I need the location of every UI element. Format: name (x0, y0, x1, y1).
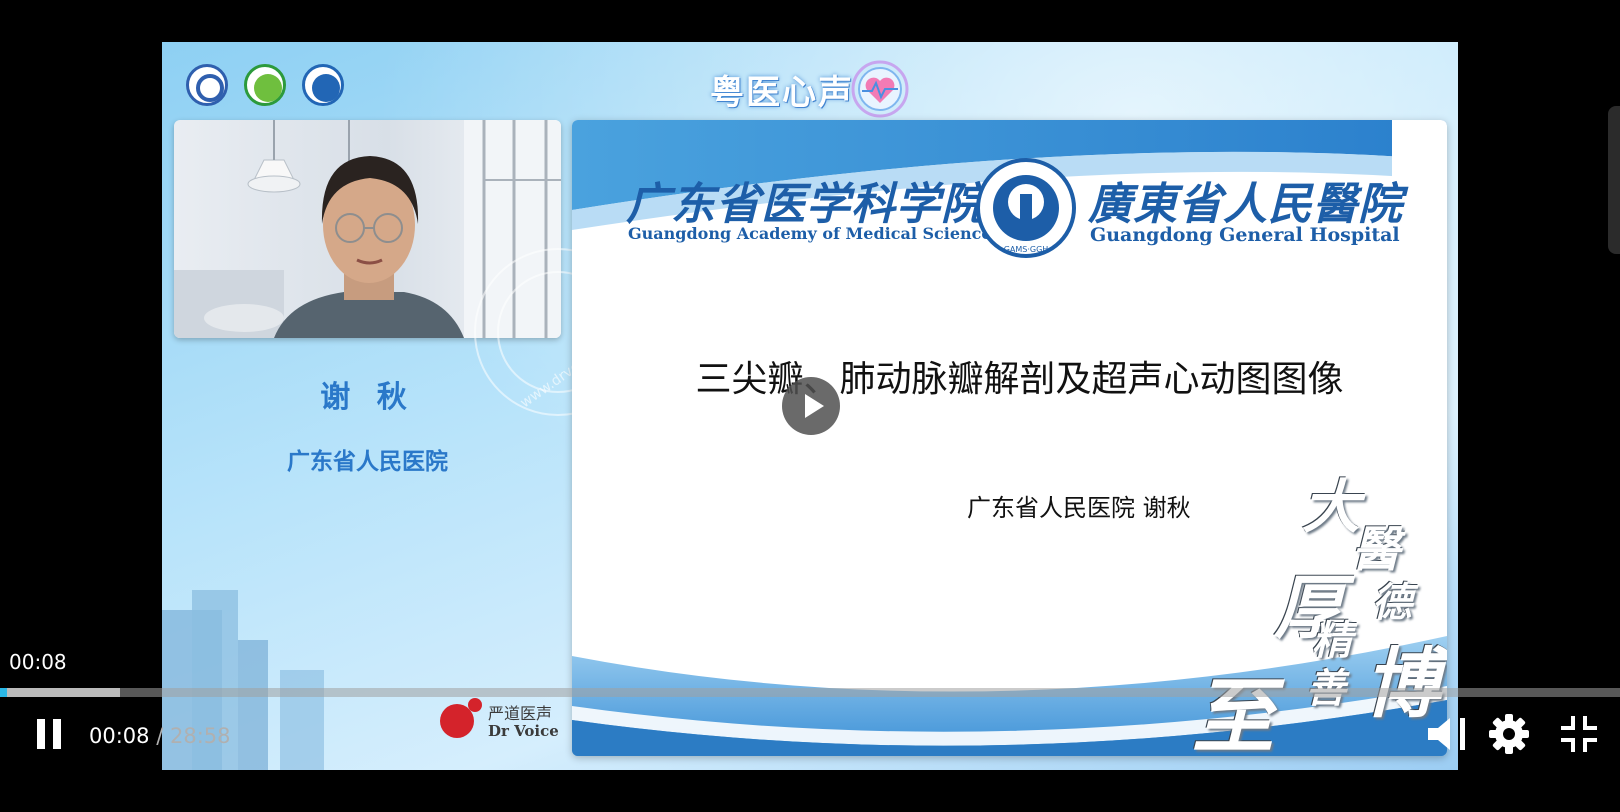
duration: 28:58 (169, 724, 231, 748)
hospital-emblem-icon: GAMS·GGH (976, 158, 1076, 258)
seek-bar-buffered (0, 688, 120, 697)
presentation-slide: 广东省医学科学院 Guangdong Academy of Medical Sc… (572, 120, 1447, 756)
brand-title: 粤医心声 (710, 60, 910, 118)
volume-button[interactable] (1426, 714, 1470, 758)
seek-bar-played (0, 688, 8, 697)
exit-fullscreen-icon (1561, 716, 1597, 752)
slide-presenter: 广东省人民医院 谢秋 (967, 494, 1191, 522)
seek-bar[interactable] (0, 688, 1620, 697)
brand-title-text: 粤医心声 (710, 72, 854, 113)
settings-gear-icon (1489, 714, 1529, 754)
header-hospital-cn: 廣東省人民醫院 (1088, 179, 1403, 230)
sponsor-logo-1-icon (186, 64, 228, 106)
header-academy-en: Guangdong Academy of Medical Sciences (628, 224, 1001, 243)
header-academy-cn: 广东省医学科学院 (626, 179, 986, 230)
play-icon (805, 394, 824, 418)
play-button[interactable] (782, 377, 840, 435)
sponsor-logo-2-icon (244, 64, 286, 106)
sponsor-logo-3-icon (302, 64, 344, 106)
pause-button[interactable] (32, 716, 66, 756)
heart-logo-icon (851, 60, 909, 118)
time-readout: 00:08 / 28:58 (89, 724, 231, 748)
pause-icon (37, 719, 61, 749)
current-time: 00:08 (89, 724, 150, 748)
side-panel-handle[interactable] (1608, 106, 1620, 254)
settings-button[interactable] (1488, 713, 1530, 759)
seek-hover-time: 00:08 (9, 650, 67, 674)
volume-icon (1428, 718, 1465, 750)
time-separator: / (156, 724, 164, 748)
speaker-organization: 广东省人民医院 (287, 449, 448, 475)
callig-char-3: 德 (1372, 579, 1412, 626)
hospital-emblem-text: GAMS·GGH (1004, 245, 1049, 254)
player-controls (0, 700, 1620, 770)
slide-title: 三尖瓣、肺动脉瓣解剖及超声心动图图像 (695, 359, 1344, 400)
header-hospital-en: Guangdong General Hospital (1090, 224, 1400, 246)
exit-fullscreen-button[interactable] (1561, 716, 1597, 756)
